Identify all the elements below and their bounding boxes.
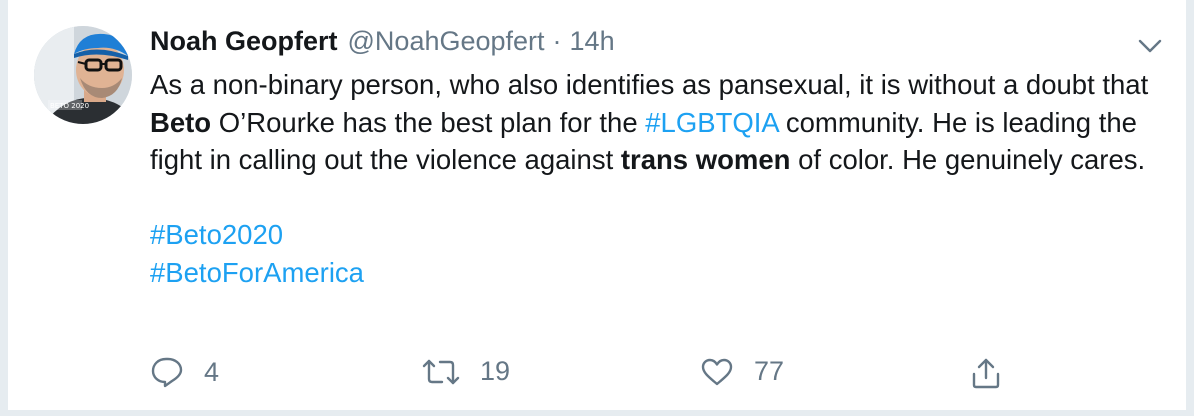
share-icon — [972, 358, 1000, 389]
retweet-button[interactable]: 19 — [422, 356, 510, 387]
like-count: 77 — [754, 356, 785, 386]
reply-icon — [151, 357, 183, 388]
reply-button[interactable]: 4 — [150, 356, 219, 388]
tweet-text: As a non-binary person, who also identif… — [150, 66, 1160, 291]
tweet-timestamp[interactable]: 14h — [570, 26, 615, 57]
tweet-content: Noah Geopfert @NoahGeopfert · 14h As a n… — [150, 26, 1150, 291]
chevron-down-icon[interactable] — [1136, 36, 1164, 56]
author-handle[interactable]: @NoahGeopfert — [348, 26, 545, 57]
like-button[interactable]: 77 — [700, 356, 784, 387]
share-button[interactable] — [970, 356, 1002, 390]
retweet-icon — [422, 359, 460, 384]
avatar[interactable]: BETO 2020 — [34, 26, 132, 124]
hashtag-betoforamerica[interactable]: #BetoForAmerica — [150, 257, 364, 288]
hashtag-lgbtqia[interactable]: #LGBTQIA — [645, 107, 778, 138]
text-span: As a non-binary person, who also identif… — [150, 69, 1149, 100]
bold-beto: Beto — [150, 106, 212, 138]
avatar-caption: BETO 2020 — [50, 102, 89, 110]
reply-count: 4 — [204, 356, 220, 387]
hashtag-beto2020[interactable]: #Beto2020 — [150, 219, 283, 250]
text-span: O’Rourke has the best plan for the — [211, 106, 646, 138]
separator-dot: · — [552, 26, 562, 56]
retweet-count: 19 — [480, 356, 511, 386]
heart-icon — [701, 358, 733, 385]
tweet-card[interactable]: BETO 2020 Noah Geopfert @NoahGeopfert · … — [8, 0, 1186, 411]
tweet-actions: 4 19 77 — [150, 352, 1050, 396]
bold-trans-women: trans women — [620, 144, 791, 175]
tweet-paragraph: As a non-binary person, who also identif… — [150, 66, 1160, 179]
text-span: of color. He genuinely cares. — [790, 144, 1146, 175]
tweet-header: Noah Geopfert @NoahGeopfert · 14h — [150, 26, 1150, 66]
author-name[interactable]: Noah Geopfert — [150, 26, 338, 57]
